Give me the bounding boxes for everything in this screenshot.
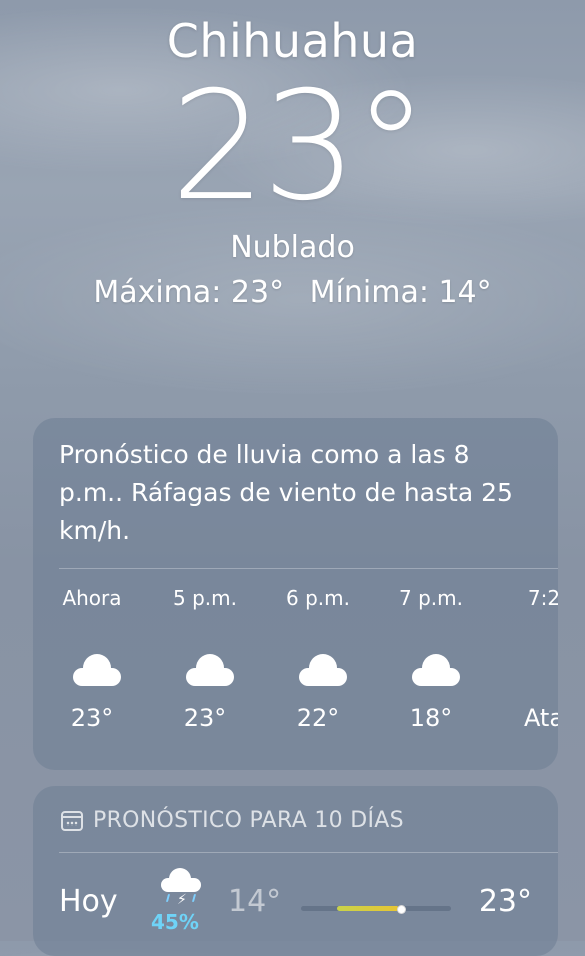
hour-item: Ahora 23° [37,586,147,732]
hour-time: 7 p.m. [399,586,463,610]
hour-item: 5 p.m. 23° [150,586,260,732]
day-high-temp: 23° [478,884,532,919]
temp-range-fill [337,906,399,911]
hourly-forecast-card[interactable]: Pronóstico de lluvia como a las 8 p.m.. … [33,418,558,770]
hour-item: 6 p.m. 22° [263,586,373,732]
day-name: Hoy [59,884,118,919]
cloud-icon [412,654,460,686]
hour-temp: 22° [296,704,340,732]
ten-day-forecast-card[interactable]: PRONÓSTICO PARA 10 DÍAS Hoy ⚡ 45% 14° 23… [33,786,558,956]
high-low-temps: Máxima: 23° Mínima: 14° [0,275,585,310]
cloud-icon [299,654,347,686]
low-temp-label: Mínima: 14° [309,275,492,310]
hour-temp: 23° [183,704,227,732]
day-low-temp: 14° [228,884,282,919]
hour-temp: 23° [70,704,114,732]
high-temp-label: Máxima: 23° [93,275,285,310]
calendar-icon [61,810,83,831]
day-row-today[interactable]: Hoy ⚡ 45% 14° 23° [33,866,558,946]
divider [59,852,558,853]
hour-temp: 18° [409,704,453,732]
hour-item: 7 p.m. 18° [376,586,486,732]
cloud-icon [186,654,234,686]
temp-range-bar [301,905,451,914]
divider [59,568,558,569]
ten-day-title-text: PRONÓSTICO PARA 10 DÍAS [93,808,404,833]
current-temperature: 23° [170,60,429,234]
precip-chance: 45% [151,910,199,934]
hour-time: 6 p.m. [286,586,350,610]
hour-item: 7:2 Ata [489,586,558,732]
hour-time: 7:2 [527,586,558,610]
hour-time: 5 p.m. [173,586,237,610]
cloud-icon [73,654,121,686]
ten-day-title: PRONÓSTICO PARA 10 DÍAS [61,808,404,833]
weather-condition: Nublado [230,230,355,265]
forecast-summary: Pronóstico de lluvia como a las 8 p.m.. … [59,440,513,545]
hour-time: Ahora [62,586,122,610]
current-temp-marker [397,905,406,914]
hour-temp: Ata [523,704,558,732]
